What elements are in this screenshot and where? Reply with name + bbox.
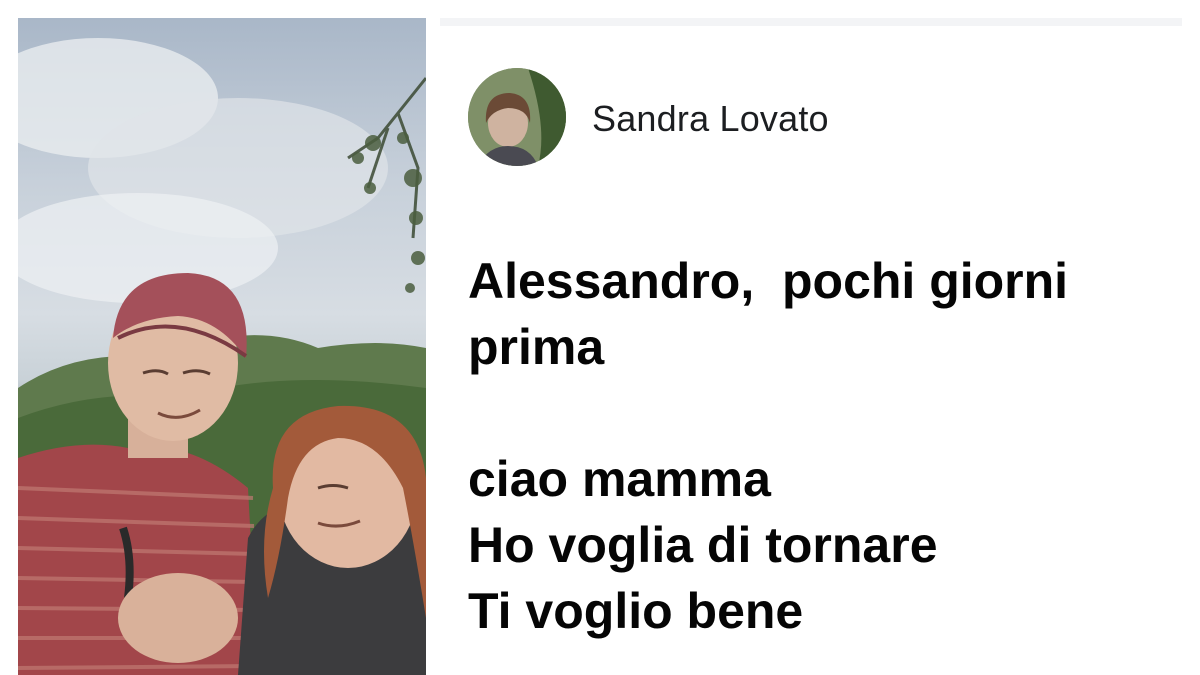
author-name[interactable]: Sandra Lovato [592,98,829,140]
post-text: Alessandro, pochi giorni prima ciao mamm… [468,248,1168,644]
social-post-card: Sandra Lovato Alessandro, pochi giorni p… [440,18,1182,675]
screenshot-canvas: Sandra Lovato Alessandro, pochi giorni p… [0,0,1200,675]
post-text-line: Alessandro, pochi giorni [468,253,1069,309]
post-top-divider [440,18,1182,26]
post-photo[interactable] [18,18,426,675]
post-text-line: Ho voglia di tornare [468,517,938,573]
post-text-blank-line [468,380,1168,446]
avatar-icon [468,68,566,166]
post-text-line: ciao mamma [468,451,771,507]
post-text-line: prima [468,319,605,375]
profile-avatar[interactable] [468,68,566,166]
photo-illustration [18,38,426,675]
post-text-line: Ti voglio bene [468,583,804,639]
